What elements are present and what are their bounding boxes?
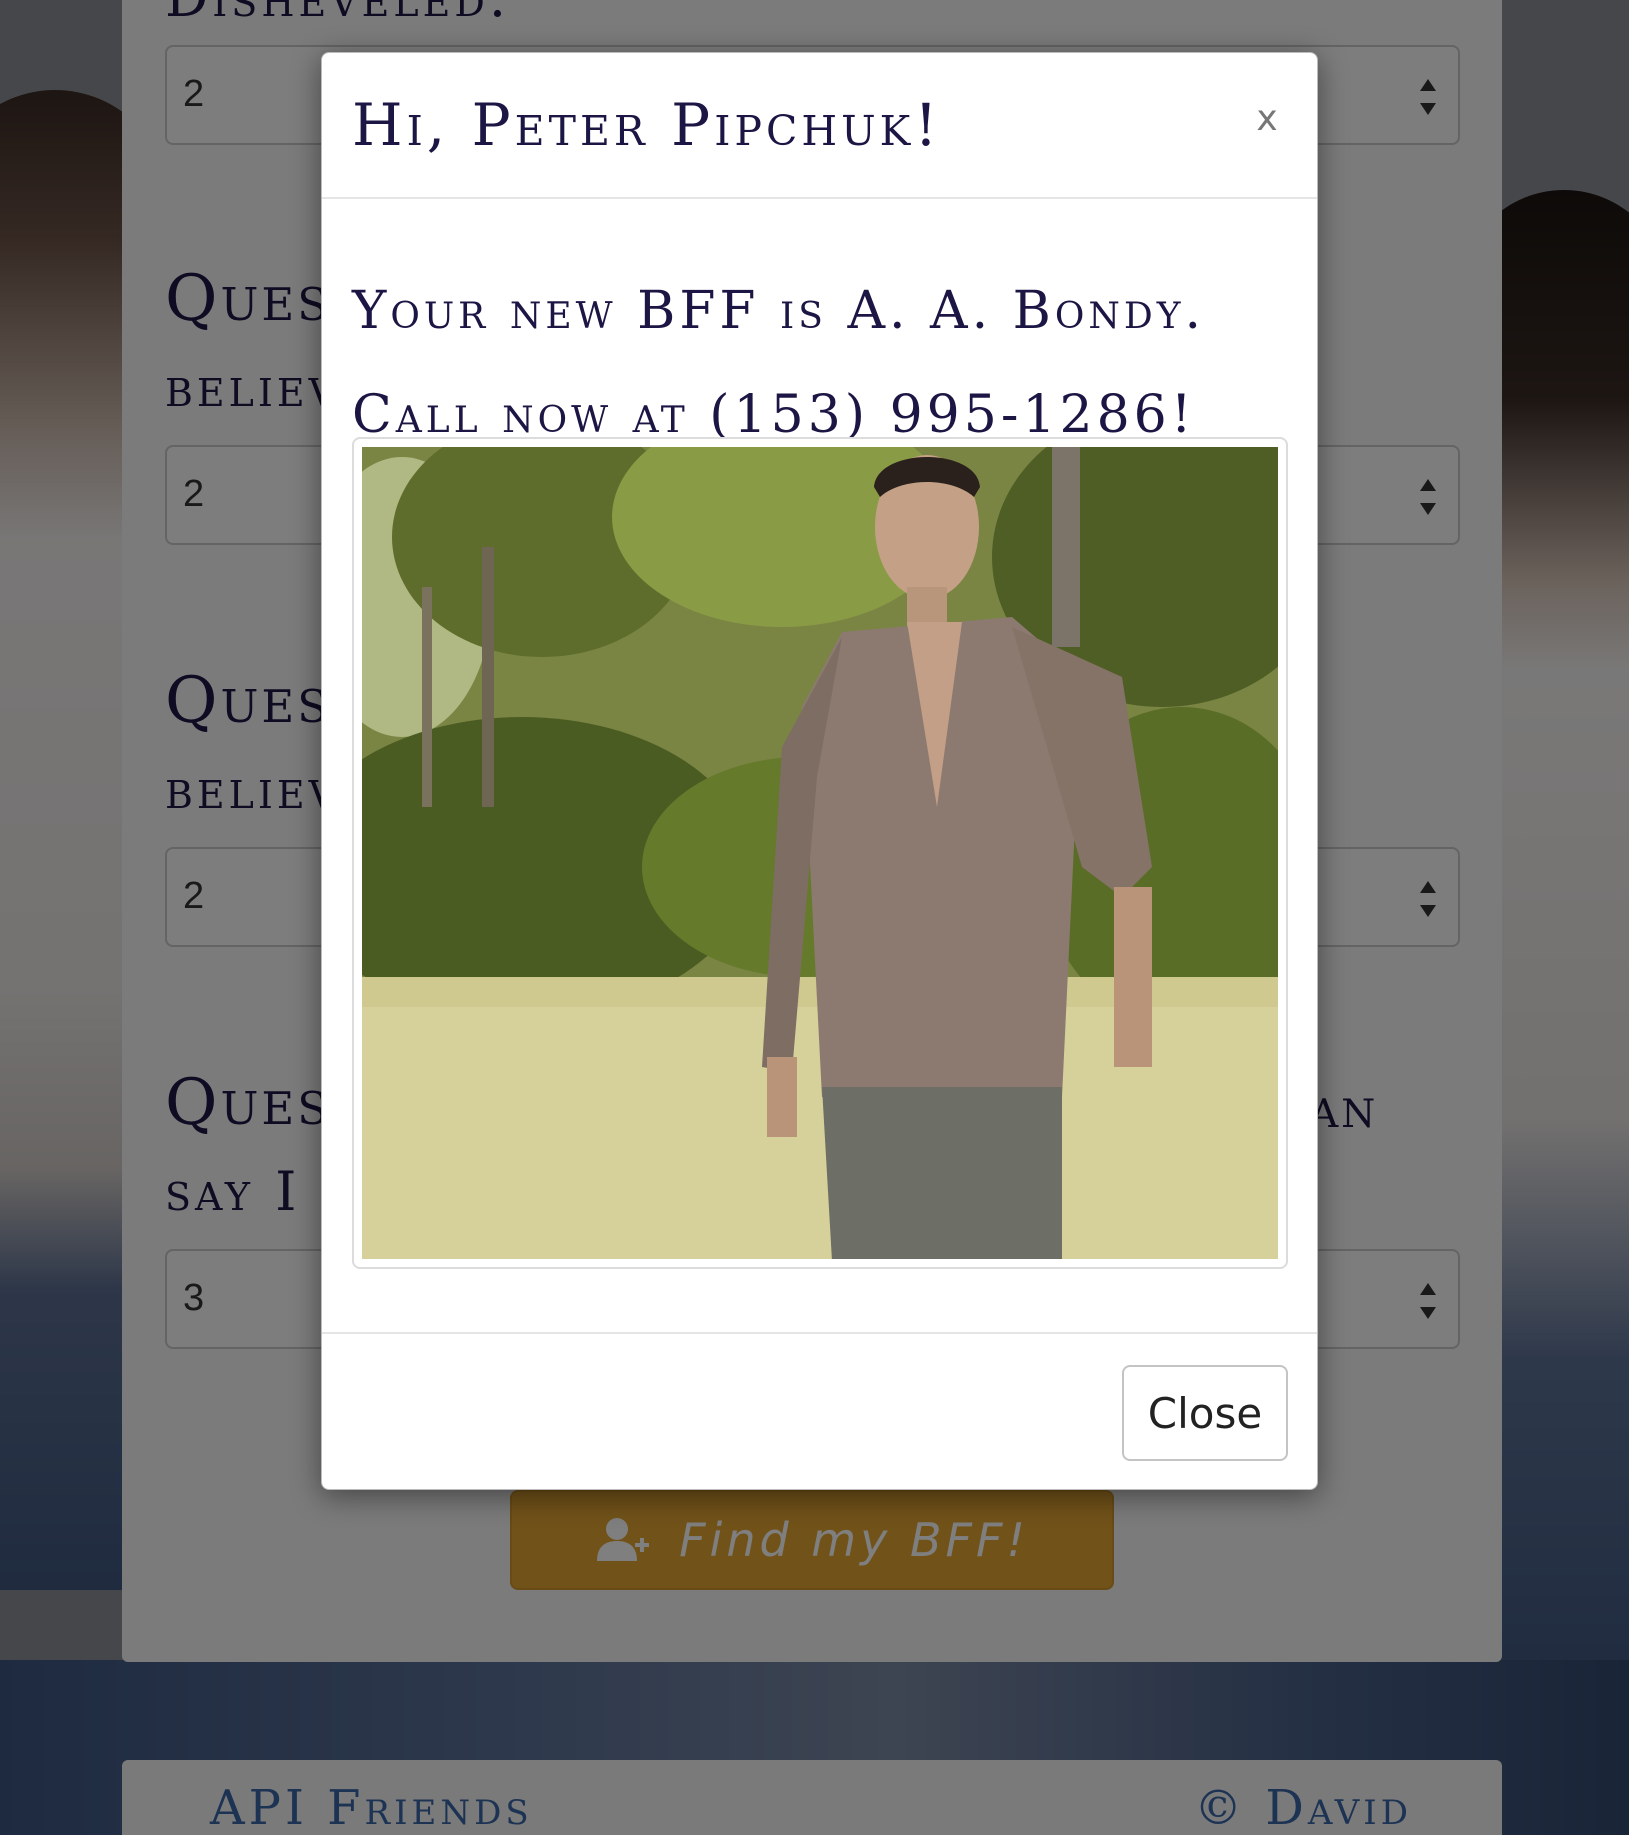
bff-photo-drawing [362,447,1278,1259]
bff-phone-text: Call now at (153) 995-1286! [352,385,1196,445]
bff-result-modal: Hi, Peter Pipchuk! x Your new BFF is A. … [321,52,1318,1490]
bff-photo [362,447,1278,1259]
modal-title: Hi, Peter Pipchuk! [352,91,942,159]
close-icon[interactable]: x [1249,97,1285,141]
modal-footer-divider [322,1332,1317,1334]
bff-name-text: Your new BFF is A. A. Bondy. [352,281,1206,341]
modal-header: Hi, Peter Pipchuk! x [322,53,1317,199]
close-button[interactable]: Close [1122,1365,1288,1461]
bff-photo-frame [352,437,1288,1269]
